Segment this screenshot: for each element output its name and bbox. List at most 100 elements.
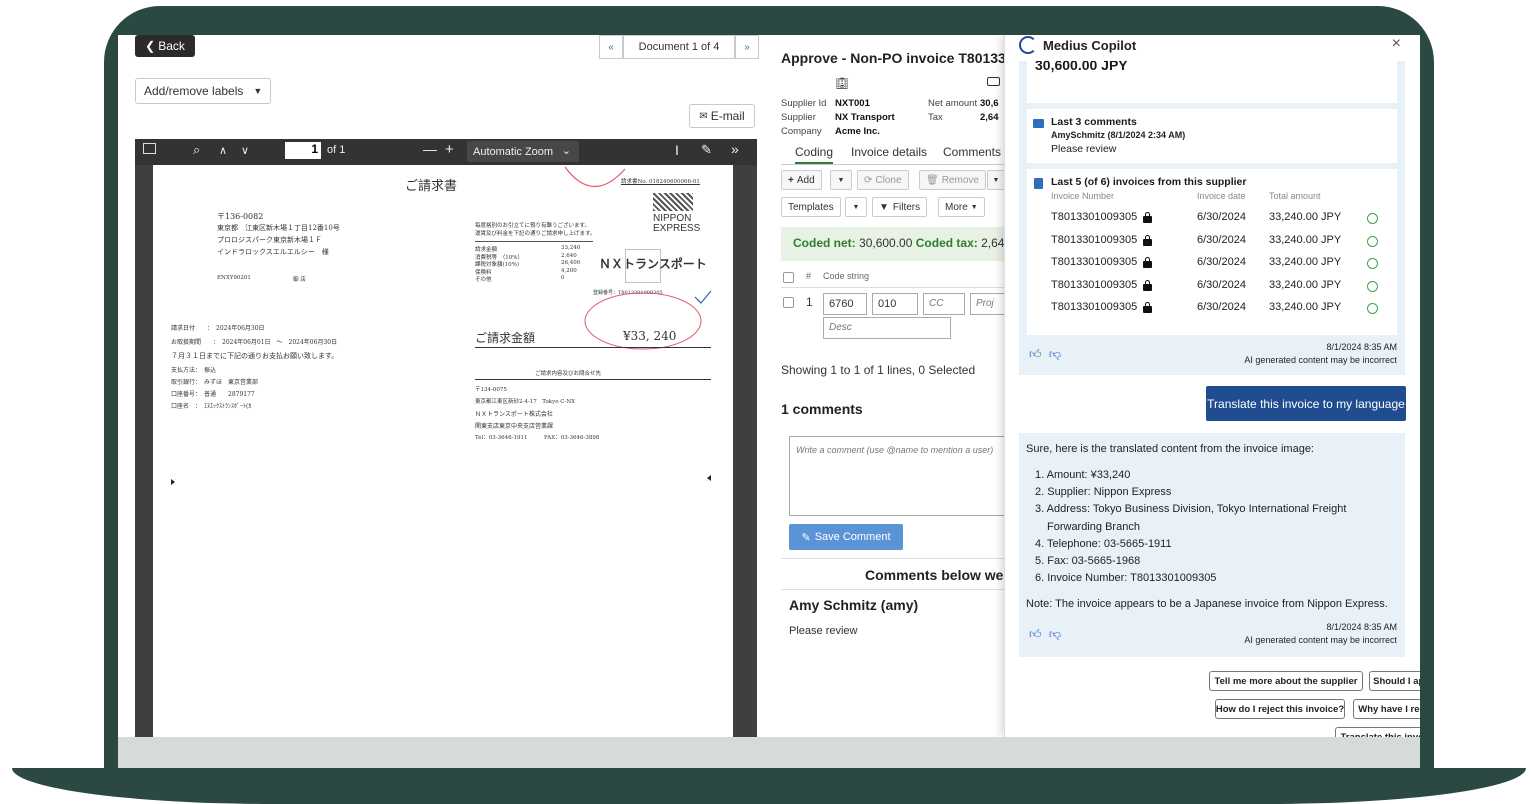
insight-card: 30,600.00 JPY Last 3 comments AmySchmitz… — [1019, 61, 1405, 375]
thumbs-down-icon[interactable]: 👎︎ — [1049, 347, 1061, 361]
clone-label: Clone — [875, 174, 902, 186]
approve-title: Approve - Non-PO invoice T801330 — [781, 50, 1014, 66]
next-document-button[interactable]: » — [735, 35, 759, 59]
add-dropdown-button[interactable]: ▼ — [830, 170, 852, 190]
answer-item: 5. Fax: 03-5665-1968 — [1035, 555, 1141, 567]
tab-comments[interactable]: Comments — [943, 145, 1001, 159]
thumbs-up-icon[interactable]: 👍︎ — [1029, 627, 1042, 641]
labels-dropdown[interactable]: Add/remove labels ▼ — [135, 78, 271, 104]
pen-icon[interactable]: ✎ — [701, 142, 712, 158]
contact-address: 東京都江東区新砂2-4-17 Tokyo C-NX — [475, 399, 576, 405]
supplier-label: Supplier — [781, 112, 816, 123]
comment-input[interactable]: Write a comment (use @name to mention a … — [789, 436, 1015, 516]
department-input[interactable]: 010 — [872, 293, 918, 315]
tab-invoice-details[interactable]: Invoice details — [851, 145, 927, 159]
close-icon[interactable]: × — [1392, 35, 1401, 53]
zoom-in-icon[interactable]: + — [445, 141, 454, 158]
trash-icon: 🗑︎ — [926, 174, 939, 186]
pdf-canvas: ご請求書 請求書No. 018240600066-01 〒136-0082 東京… — [135, 165, 757, 737]
labels-dropdown-label: Add/remove labels — [144, 84, 244, 98]
description-input[interactable]: Desc — [823, 317, 951, 339]
invoice-date: 請求日付 ： 2024年06月30日 — [171, 325, 265, 332]
contact-rule — [475, 379, 711, 380]
caret-down-icon: ▼ — [852, 203, 860, 211]
amount-card: 30,600.00 JPY — [1027, 61, 1397, 103]
email-button[interactable]: ✉ E-mail — [689, 104, 755, 128]
email-label: E-mail — [710, 109, 745, 123]
contact-tel: Tel：03-3646-1911 FAX：03-3646-3898 — [475, 435, 600, 441]
clone-button[interactable]: ⟳ Clone — [857, 170, 909, 190]
add-line-button[interactable]: + Add — [781, 170, 822, 190]
cost-center-input[interactable]: CC — [923, 293, 965, 315]
back-button[interactable]: ❮ Back — [135, 35, 195, 57]
invoice-date: 6/30/2024 — [1197, 301, 1246, 313]
row-checkbox[interactable] — [783, 297, 794, 308]
prev-document-button[interactable]: « — [599, 35, 623, 59]
envelope-icon: ✉ — [699, 110, 708, 122]
contact-header: ご請求内容及びお問合せ先 — [535, 371, 602, 377]
search-icon[interactable]: ⌕ — [193, 142, 200, 158]
more-button[interactable]: More ▼ — [938, 197, 985, 217]
company-seal — [625, 249, 661, 283]
address-line-3: インドラロックスエルエルシー 様 — [217, 248, 329, 256]
thumbs-down-icon[interactable]: 👎︎ — [1049, 627, 1061, 641]
device-base — [12, 768, 1526, 804]
answer-item: 1. Amount: ¥33,240 — [1035, 469, 1131, 481]
invoice-amount: 33,240.00 JPY — [1269, 233, 1342, 246]
pdf-page-input[interactable]: 1 — [285, 142, 321, 159]
remove-label: Remove — [941, 174, 979, 186]
chevron-up-icon[interactable]: ∧ — [219, 144, 227, 157]
tax-label: Tax — [928, 112, 943, 123]
zoom-out-icon[interactable]: — — [423, 141, 437, 157]
tax-value: 2,64 — [980, 112, 999, 123]
filters-button[interactable]: ▼ Filters — [872, 197, 928, 217]
zoom-select[interactable]: Automatic Zoom ⌄ — [467, 141, 579, 162]
total-label: ご請求金額 — [475, 331, 536, 345]
comments-below-header: Comments below wer — [781, 558, 1021, 590]
suggestion-why-received[interactable]: Why have I received this invoice? — [1353, 699, 1420, 719]
translate-invoice-button[interactable]: Translate this invoice to my language — [1206, 386, 1406, 421]
suggestion-should-approve[interactable]: Should I approve this invoice? — [1369, 671, 1420, 691]
company-label: Company — [781, 126, 822, 137]
amount-row-value: 4,200 — [561, 267, 577, 274]
net-amount-value: 30,6 — [980, 98, 999, 109]
suggestion-how-reject[interactable]: How do I reject this invoice? — [1215, 699, 1345, 719]
contact-company: ＮＸトランスポート株式会社 — [475, 411, 553, 418]
last-comment-author: AmySchmitz (8/1/2024 2:34 AM) — [1051, 130, 1186, 140]
supplier-invoices-title: Last 5 (of 6) invoices from this supplie… — [1051, 176, 1247, 188]
lock-icon — [1143, 279, 1152, 291]
templates-button[interactable]: Templates — [781, 197, 841, 217]
coding-tabs: Coding Invoice details Comments — [781, 143, 1011, 165]
double-chevron-right-icon[interactable]: » — [731, 141, 739, 157]
select-all-checkbox[interactable] — [783, 272, 794, 283]
answer-item: Forwarding Branch — [1047, 520, 1140, 533]
coded-totals-banner: Coded net: 30,600.00 Coded tax: 2,640.00 — [781, 227, 1028, 261]
add-label: Add — [796, 174, 815, 186]
sidebar-toggle-icon[interactable] — [143, 143, 156, 154]
insight-disclaimer: AI generated content may be incorrect — [1244, 355, 1397, 365]
thumbs-up-icon[interactable]: 👍︎ — [1029, 347, 1042, 361]
bank-name: 取引銀行： みずほ 東京営業部 — [171, 379, 259, 386]
greeting-1: 毎度格別のお引立てに預り有難うございます。 — [475, 223, 590, 229]
templates-dropdown-button[interactable]: ▼ — [845, 197, 867, 217]
remove-button[interactable]: 🗑︎ Remove — [919, 170, 986, 190]
suggestion-translate[interactable]: Translate this invoice to my language — [1335, 727, 1420, 737]
tab-coding[interactable]: Coding — [795, 145, 834, 164]
text-cursor-icon[interactable]: I — [675, 142, 679, 158]
suggestion-about-supplier[interactable]: Tell me more about the supplier — [1209, 671, 1363, 691]
chevron-down-icon[interactable]: ∨ — [241, 144, 249, 157]
caret-down-icon: ▼ — [253, 86, 263, 96]
account-input[interactable]: 6760 — [823, 293, 867, 315]
translation-answer-card: Sure, here is the translated content fro… — [1019, 433, 1405, 657]
remove-dropdown-button[interactable]: ▼ — [987, 170, 1005, 190]
answer-item: 4. Telephone: 03-5665-1911 — [1035, 537, 1172, 550]
save-comment-button[interactable]: ✎ Save Comment — [789, 524, 903, 550]
invoice-date: 6/30/2024 — [1197, 233, 1246, 246]
invoice-date: 6/30/2024 — [1197, 256, 1246, 268]
supplier-value: NX Transport — [835, 112, 895, 123]
row-number: 1 — [806, 295, 813, 309]
last-comments-title: Last 3 comments — [1051, 116, 1137, 128]
net-amount-label: Net amount — [928, 98, 978, 109]
answer-feedback-icons: 👍︎ 👎︎ — [1029, 627, 1061, 642]
chat-bubble-icon — [1033, 119, 1044, 128]
